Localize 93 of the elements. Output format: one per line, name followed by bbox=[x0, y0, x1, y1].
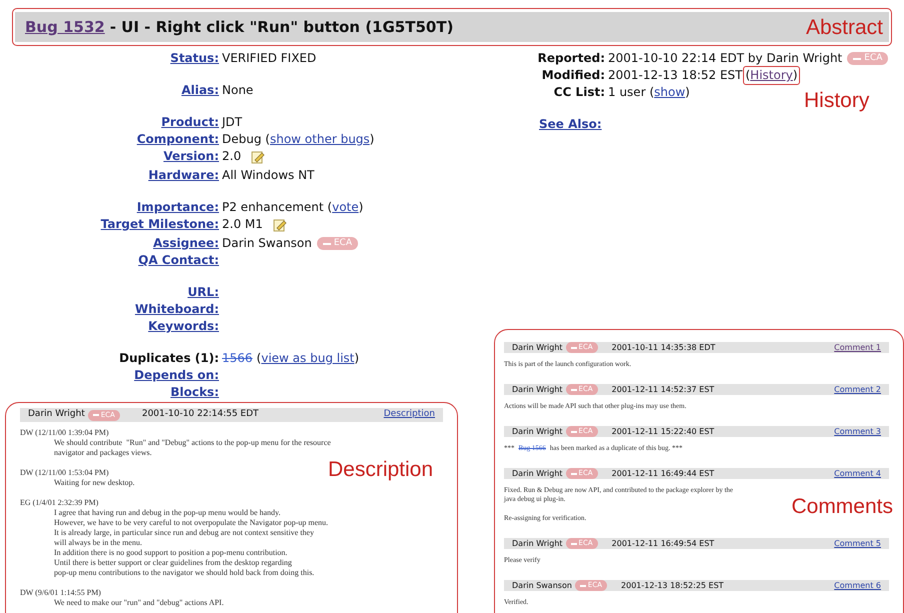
field-label[interactable]: Whiteboard: bbox=[134, 302, 219, 316]
field-value: ( bbox=[256, 350, 262, 367]
comment-time: 2001-12-11 16:49:44 EST bbox=[612, 468, 714, 480]
field-value: P2 enhancement ( bbox=[222, 199, 332, 216]
field-label[interactable]: Depends on: bbox=[134, 368, 219, 382]
link[interactable]: show bbox=[654, 84, 686, 101]
minus-icon bbox=[570, 346, 577, 348]
field-label[interactable]: Status: bbox=[170, 51, 219, 65]
comment-time: 2001-10-11 14:35:38 EDT bbox=[612, 342, 716, 354]
field-label: Reported: bbox=[538, 51, 605, 65]
field-value: ) bbox=[370, 131, 374, 148]
field-value: ( bbox=[745, 68, 750, 82]
field-value: All Windows NT bbox=[222, 167, 314, 184]
field-value: 1 user ( bbox=[608, 84, 654, 101]
minus-icon bbox=[322, 242, 331, 244]
comment-link[interactable]: Comment 4 bbox=[834, 468, 881, 480]
comment-link[interactable]: Comment 5 bbox=[834, 538, 881, 550]
field-value: VERIFIED FIXED bbox=[222, 50, 316, 67]
minus-icon bbox=[570, 472, 577, 474]
field-label[interactable]: See Also: bbox=[539, 117, 602, 131]
comment-author: Darin Wright bbox=[512, 468, 563, 480]
entry-text: We should contribute "Run" and "Debug" actions to the pop-up menu for the resource navigator and packages views. bbox=[53, 438, 332, 458]
comment-author: Darin Wright bbox=[512, 538, 563, 550]
entry-header: DW (12/11/00 1:39:04 PM) bbox=[20, 428, 110, 438]
field-value: 2001-10-10 22:14 EDT by Darin Wright bbox=[608, 50, 842, 67]
minus-icon bbox=[92, 414, 99, 416]
field-value: JDT bbox=[222, 114, 242, 131]
comment-time: 2001-10-10 22:14:55 EDT bbox=[142, 408, 259, 422]
link[interactable]: vote bbox=[332, 199, 359, 216]
field-value: 2001-12-13 18:52 EST bbox=[608, 67, 742, 84]
link[interactable]: History bbox=[750, 68, 793, 82]
field-label[interactable]: Keywords: bbox=[148, 319, 219, 333]
field-label[interactable]: Version: bbox=[163, 149, 219, 163]
comment-link[interactable]: Comment 6 bbox=[834, 580, 881, 592]
bug-summary: - UI - Right click "Run" button (1G5T50T) bbox=[110, 16, 454, 38]
field-label[interactable]: Importance: bbox=[136, 200, 219, 214]
field-label[interactable]: Assignee: bbox=[153, 236, 219, 250]
link[interactable]: show other bugs bbox=[270, 131, 370, 148]
field-label[interactable]: URL: bbox=[188, 285, 219, 299]
badge-text: ECA bbox=[864, 54, 882, 63]
link[interactable]: view as bug list bbox=[261, 350, 354, 367]
comment-author: Darin Wright bbox=[28, 408, 85, 422]
edit-icon[interactable] bbox=[251, 150, 266, 164]
minus-icon bbox=[570, 542, 577, 544]
entry-text: I agree that having run and debug in the pop-up menu would be handy. However, we have to be very careful to not overpopulate the Navigator pop-up menu. It is already large, in particular since run and debug are not context sensitive they will always be in the menu. In addition there is no good support to position a pop-menu contribution. Until there is better support or clear guidelines from the desktop regarding pop-up menu contributions to the navigator we should hold back from doing this. bbox=[53, 508, 330, 578]
minus-icon bbox=[853, 58, 862, 60]
field-value: None bbox=[222, 82, 254, 99]
edit-icon[interactable] bbox=[272, 218, 287, 232]
field-value: Darin Swanson bbox=[222, 235, 312, 252]
comment-author: Darin Swanson bbox=[512, 580, 572, 592]
field-label[interactable]: QA Contact: bbox=[138, 253, 219, 267]
comment-time: 2001-12-11 16:49:54 EST bbox=[612, 538, 714, 550]
field-value: ) bbox=[354, 350, 360, 367]
entry-text: Waiting for new desktop. bbox=[53, 478, 136, 488]
entry-header: DW (9/6/01 1:14:55 PM) bbox=[20, 588, 102, 598]
minus-icon bbox=[570, 430, 577, 432]
annotation-frame bbox=[743, 66, 800, 85]
field-label: Modified: bbox=[542, 68, 605, 82]
comment-author: Darin Wright bbox=[512, 342, 563, 354]
comment-time: 2001-12-11 15:22:40 EST bbox=[612, 426, 714, 438]
minus-icon bbox=[570, 388, 577, 390]
field-value: 2.0 M1 bbox=[222, 216, 263, 233]
comment-time: 2001-12-13 18:52:25 EST bbox=[621, 580, 724, 592]
duplicate-link[interactable]: 1566 bbox=[222, 350, 253, 367]
annotation-label: History bbox=[804, 90, 870, 111]
comment-link[interactable]: Comment 1 bbox=[834, 342, 881, 354]
annotation-label: Comments bbox=[791, 496, 893, 517]
field-label[interactable]: Hardware: bbox=[148, 168, 219, 182]
comment-author: Darin Wright bbox=[512, 384, 563, 396]
field-label[interactable]: Component: bbox=[136, 132, 219, 146]
field-value: 2.0 bbox=[222, 148, 242, 165]
field-value: ) bbox=[358, 199, 364, 216]
entry-header: EG (1/4/01 2:32:39 PM) bbox=[20, 498, 100, 508]
comment-time: 2001-12-11 14:52:37 EST bbox=[612, 384, 714, 396]
bug-link[interactable]: Bug 1532 bbox=[25, 16, 105, 38]
field-label[interactable]: Target Milestone: bbox=[100, 217, 219, 231]
description-link[interactable]: Description bbox=[384, 408, 435, 422]
comment-author: Darin Wright bbox=[512, 426, 563, 438]
entry-text: We need to make our "run" and "debug" actions API. bbox=[53, 598, 225, 608]
field-label: CC List: bbox=[554, 85, 605, 99]
comment-link[interactable]: Comment 2 bbox=[834, 384, 881, 396]
field-value: Debug ( bbox=[222, 131, 270, 148]
field-label[interactable]: Blocks: bbox=[170, 385, 219, 399]
annotation-label: Abstract bbox=[806, 17, 883, 38]
comment-link[interactable]: Comment 3 bbox=[834, 426, 881, 438]
badge-text: ECA bbox=[334, 239, 352, 248]
minus-icon bbox=[580, 584, 586, 586]
field-label[interactable]: Alias: bbox=[181, 83, 219, 97]
field-label: Duplicates (1): bbox=[119, 351, 219, 365]
field-value: ) bbox=[792, 68, 798, 82]
field-value: ) bbox=[685, 84, 690, 101]
field-label[interactable]: Product: bbox=[161, 115, 219, 129]
annotation-label: Description bbox=[328, 459, 434, 480]
